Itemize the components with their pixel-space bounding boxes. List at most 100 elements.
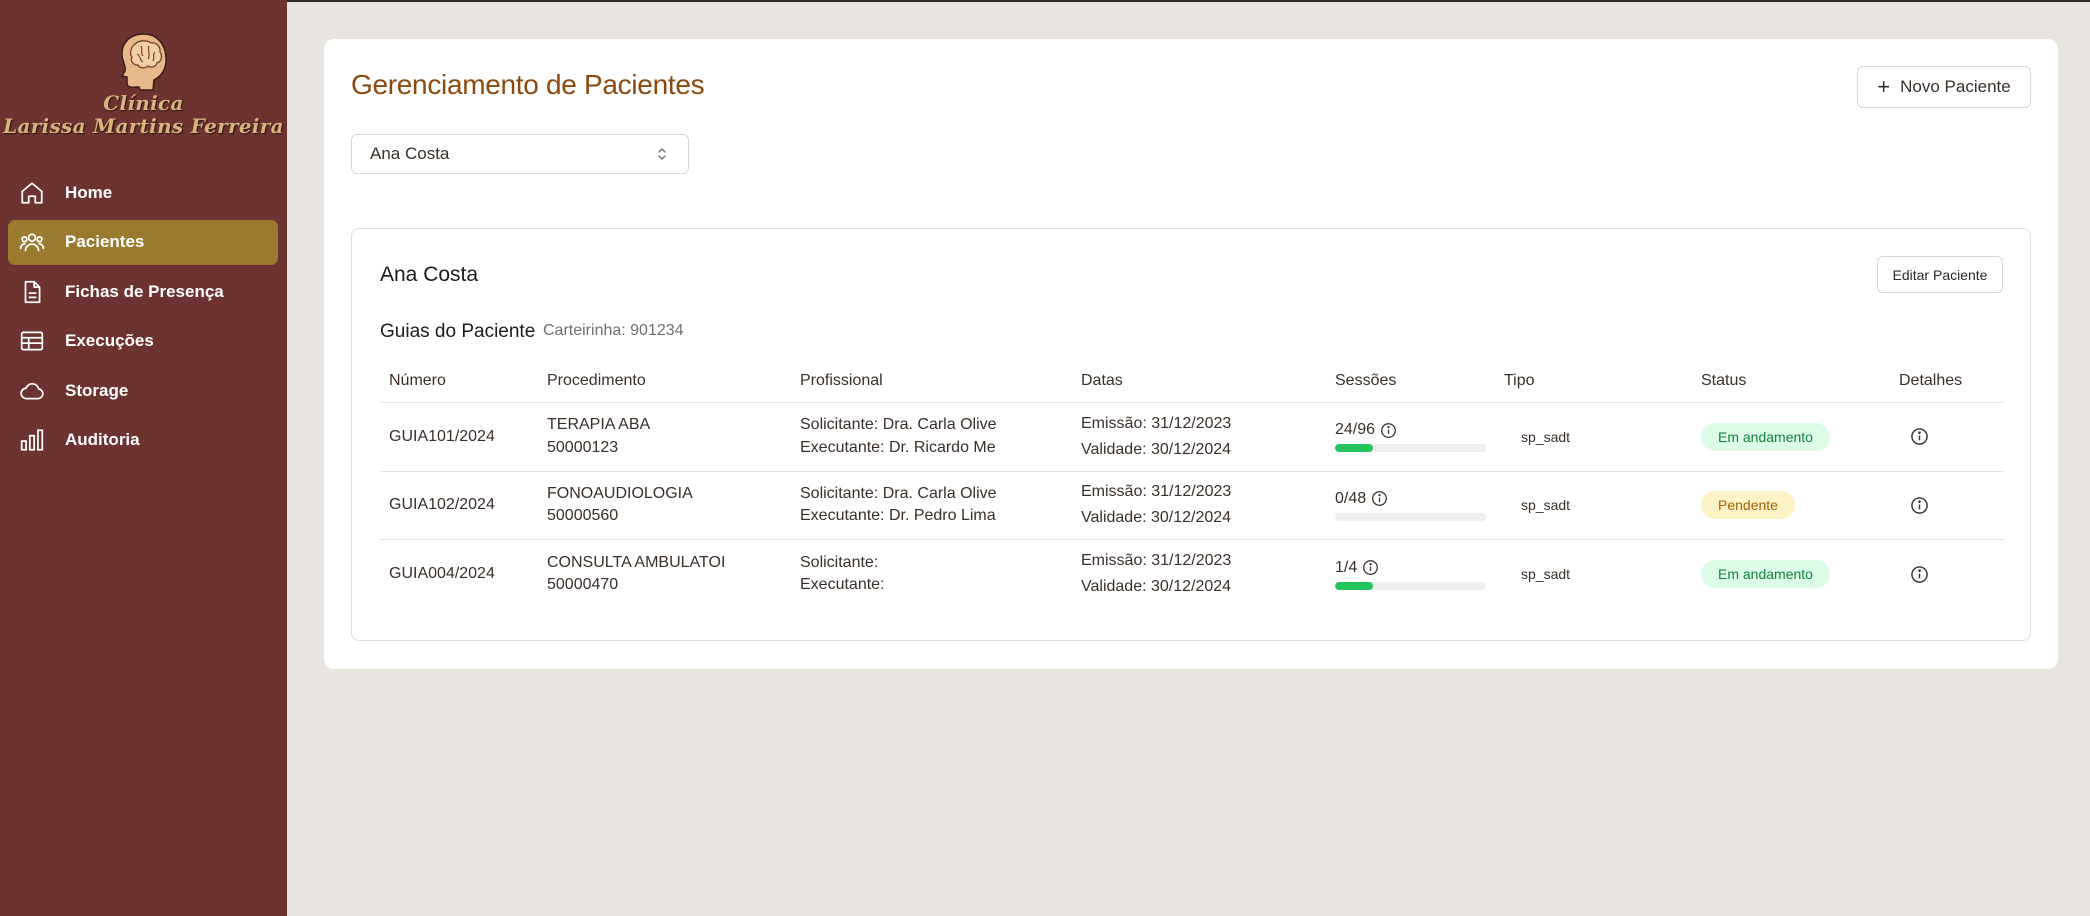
guide-type: sp_sadt [1521,497,1571,514]
sidebar-nav: Home Pacientes Fichas de Presença Execuç… [8,170,278,467]
requester: Solicitante: Dra. Carla Olive [800,416,997,434]
valid-date: Validade: 30/12/2024 [1081,578,1232,596]
sidebar-item-storage[interactable]: Storage [8,368,278,413]
status-cell: Pendente [1701,491,1899,520]
status-badge: Em andamento [1701,560,1830,589]
brand-line-1: Clínica [103,91,184,115]
info-icon[interactable] [1362,559,1379,576]
sessions-progress-bar [1335,444,1486,453]
dates-cell: Emissão: 31/12/2023 Validade: 30/12/2024 [1081,479,1335,531]
sidebar-item-pacientes[interactable]: Pacientes [8,219,278,265]
guide-number: GUIA004/2024 [389,565,495,583]
professional-cell: Solicitante: Dra. Carla Olive Executante… [800,414,1081,459]
sidebar-item-execucoes[interactable]: Execuções [8,319,278,364]
header-tipo: Tipo [1504,371,1535,389]
header-numero: Número [389,371,446,389]
header-datas: Datas [1081,371,1123,389]
sessions-progress-fill [1335,581,1373,590]
table-row: GUIA004/2024 CONSULTA AMBULATOI 50000470… [380,540,2004,609]
patient-name: Ana Costa [380,263,479,286]
dates-cell: Emissão: 31/12/2023 Validade: 30/12/2024 [1081,548,1335,600]
sessions-cell: 24/96 [1335,421,1504,453]
details-cell [1899,496,2004,515]
procedure-name: CONSULTA AMBULATOI [547,553,726,571]
valid-date: Validade: 30/12/2024 [1081,509,1232,527]
procedure-cell: FONOAUDIOLOGIA 50000560 [547,483,800,528]
sessions-count: 24/96 [1335,421,1376,439]
status-badge: Pendente [1701,491,1795,520]
file-icon [18,278,46,306]
issue-date: Emissão: 31/12/2023 [1081,414,1232,432]
status-badge: Em andamento [1701,422,1830,451]
sidebar-item-label: Home [65,182,113,202]
procedure-code: 50000560 [547,507,619,525]
cloud-icon [18,377,46,405]
brain-head-icon [120,33,167,91]
procedure-name: FONOAUDIOLOGIA [547,484,693,502]
header-status: Status [1701,371,1747,389]
details-info-icon[interactable] [1910,496,1929,515]
table-row: GUIA101/2024 TERAPIA ABA 50000123 Solici… [380,403,2004,472]
guide-type: sp_sadt [1521,428,1571,445]
table-header: Número Procedimento Profissional Datas S… [380,359,2004,403]
executor: Executante: Dr. Pedro Lima [800,507,996,525]
clinic-logo: Clínica Larissa Martins Ferreira [0,30,287,145]
info-icon[interactable] [1371,490,1388,507]
requester: Solicitante: [800,553,879,571]
table-row: GUIA102/2024 FONOAUDIOLOGIA 50000560 Sol… [380,472,2004,540]
sidebar-item-fichas[interactable]: Fichas de Presença [8,269,278,314]
executor: Executante: [800,576,885,594]
sessions-count: 1/4 [1335,558,1358,576]
users-icon [18,228,46,256]
sidebar-item-auditoria[interactable]: Auditoria [8,418,278,463]
sidebar-item-label: Storage [65,380,129,400]
patient-select[interactable]: Ana Costa [351,134,689,174]
procedure-cell: TERAPIA ABA 50000123 [547,414,800,459]
issue-date: Emissão: 31/12/2023 [1081,483,1232,501]
header-detalhes: Detalhes [1899,371,1963,389]
new-patient-label: Novo Paciente [1900,77,2011,96]
sidebar: Clínica Larissa Martins Ferreira Home Pa… [0,0,287,916]
header-profissional: Profissional [800,371,883,389]
details-cell [1899,565,2004,584]
requester: Solicitante: Dra. Carla Olive [800,484,997,502]
sessions-cell: 0/48 [1335,490,1504,521]
sidebar-item-home[interactable]: Home [8,170,278,215]
sessions-progress-fill [1335,444,1373,453]
details-info-icon[interactable] [1910,427,1929,446]
sidebar-item-label: Pacientes [65,232,145,251]
card-number: Carteirinha: 901234 [543,322,684,339]
valid-date: Validade: 30/12/2024 [1081,440,1232,458]
edit-patient-button[interactable]: Editar Paciente [1877,256,2003,293]
procedure-name: TERAPIA ABA [547,416,651,434]
header-sessoes: Sessões [1335,371,1397,389]
main-panel: Gerenciamento de Pacientes + Novo Pacien… [324,39,2058,669]
page-title: Gerenciamento de Pacientes [351,69,705,100]
executor: Executante: Dr. Ricardo Me [800,438,996,456]
sidebar-item-label: Execuções [65,331,154,350]
new-patient-button[interactable]: + Novo Paciente [1857,66,2031,108]
guide-type: sp_sadt [1521,566,1571,583]
bar-chart-icon [18,426,46,454]
professional-cell: Solicitante: Executante: [800,552,1081,597]
window-top-border [0,0,2090,2]
patient-select-value: Ana Costa [370,144,450,163]
procedure-cell: CONSULTA AMBULATOI 50000470 [547,552,800,597]
dates-cell: Emissão: 31/12/2023 Validade: 30/12/2024 [1081,411,1335,463]
details-cell [1899,427,2004,446]
table-icon [18,327,46,355]
guide-number: GUIA102/2024 [389,496,495,514]
header-procedimento: Procedimento [547,371,646,389]
status-cell: Em andamento [1701,560,1899,589]
status-cell: Em andamento [1701,422,1899,451]
sidebar-item-label: Fichas de Presença [65,281,224,301]
guide-number: GUIA101/2024 [389,427,495,445]
issue-date: Emissão: 31/12/2023 [1081,552,1232,570]
sessions-progress-bar [1335,581,1486,590]
sessions-count: 0/48 [1335,489,1367,507]
details-info-icon[interactable] [1910,565,1929,584]
info-icon[interactable] [1380,422,1397,439]
guides-table: Número Procedimento Profissional Datas S… [380,359,2004,609]
procedure-code: 50000123 [547,438,619,456]
patient-card: Ana Costa Editar Paciente Guias do Pacie… [351,228,2031,641]
